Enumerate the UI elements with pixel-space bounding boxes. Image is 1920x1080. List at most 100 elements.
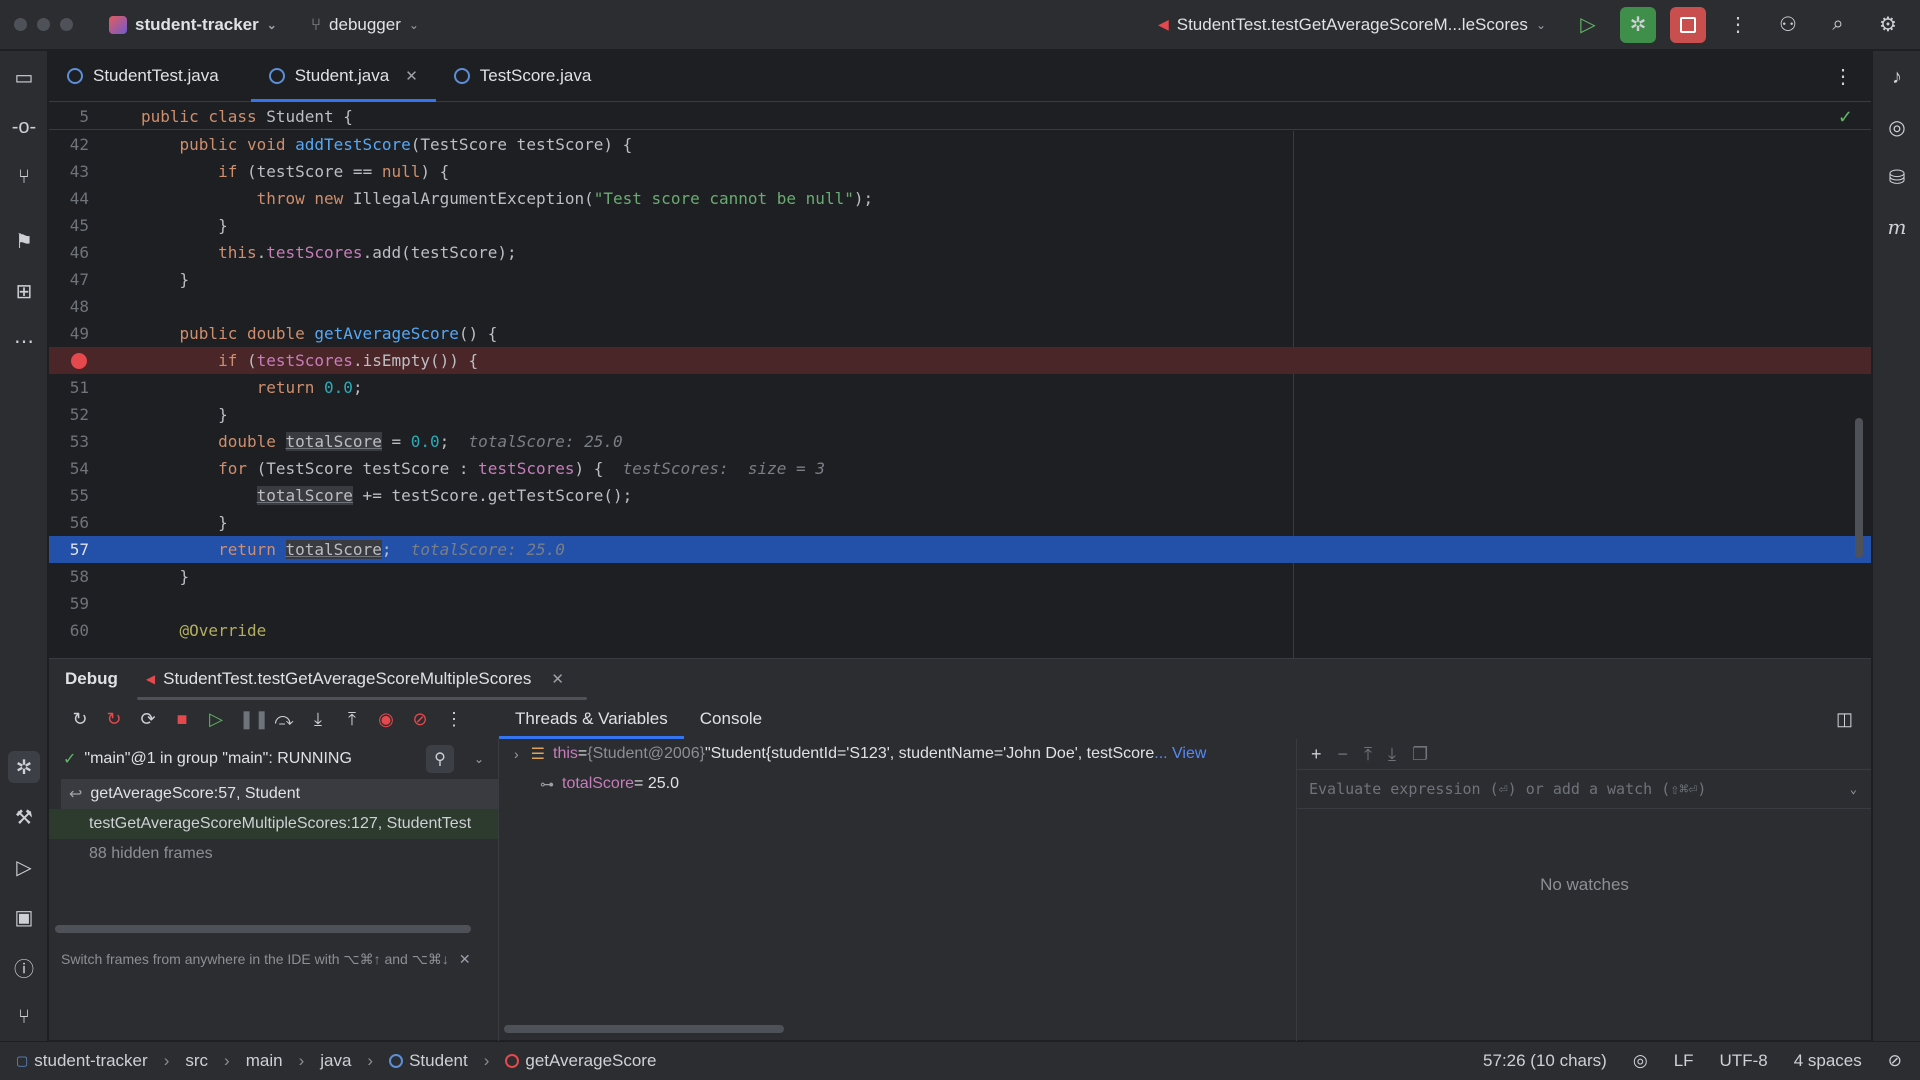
code-line[interactable]: 60 @Override [49,617,1871,644]
hidden-frames-toggle[interactable]: 88 hidden frames [49,839,498,869]
more-horizontal-icon[interactable]: ⋯ [8,325,40,357]
variable-row-this[interactable]: › ☰ this = {Student@2006} "Student{stude… [500,739,1295,769]
build-icon[interactable]: ⚒ [8,801,40,833]
caret-position[interactable]: 57:26 (10 chars) [1483,1051,1607,1071]
breadcrumb-item[interactable]: main [246,1051,283,1071]
pause-icon[interactable]: ❚❚ [239,709,269,730]
ai-status-icon[interactable]: ◎ [1633,1051,1648,1071]
execution-point-line[interactable]: 57 return totalScore; totalScore: 25.0 [49,536,1871,563]
code-line[interactable]: 42 public void addTestScore(TestScore te… [49,131,1871,158]
file-encoding[interactable]: UTF-8 [1720,1051,1768,1071]
breadcrumb-item[interactable]: student-tracker [34,1051,147,1071]
code-editor[interactable]: ✓ 5 public class Student { 42 public void… [49,103,1871,658]
code-line[interactable]: 44 throw new IllegalArgumentException("T… [49,185,1871,212]
bookmark-icon[interactable]: ⚑ [8,225,40,257]
restart-icon[interactable]: ⟳ [137,709,159,730]
frames-horizontal-scrollbar[interactable] [55,925,471,933]
tab-testscore-java[interactable]: TestScore.java [436,51,610,101]
close-icon[interactable]: ✕ [459,951,471,968]
stack-frame[interactable]: ↩ getAverageScore:57, Student [61,779,498,809]
stop-icon[interactable]: ■ [171,709,193,730]
services-icon[interactable]: ▷ [8,851,40,883]
minimize-window-button[interactable] [37,18,50,31]
sticky-line[interactable]: 5 public class Student { [49,103,1871,130]
more-vertical-icon[interactable]: ⋮ [1720,7,1756,43]
code-line[interactable]: 46 this.testScores.add(testScore); [49,239,1871,266]
resume-icon[interactable]: ▷ [1570,7,1606,43]
variable-row-totalscore[interactable]: ⊶ totalScore = 25.0 [500,769,1295,799]
code-line[interactable]: 58 } [49,563,1871,590]
tab-studenttest-java[interactable]: StudentTest.java [49,51,237,101]
stop-icon[interactable] [1670,6,1706,43]
chevron-down-icon[interactable]: ⌄ [474,752,484,766]
search-icon[interactable]: ⌕ [1820,7,1856,43]
code-line[interactable]: 51 return 0.0; [49,374,1871,401]
debug-session-tab[interactable]: ◀ StudentTest.testGetAverageScoreMultipl… [146,669,564,689]
step-out-icon[interactable]: ⤒ [341,709,363,730]
step-into-icon[interactable]: ⤓ [307,709,329,730]
maven-icon[interactable]: m [1881,211,1913,243]
project-selector[interactable]: student-tracker ⌄ [109,15,277,35]
debug-icon[interactable]: ✲ [1620,6,1656,43]
code-line[interactable]: 55 totalScore += testScore.getTestScore(… [49,482,1871,509]
rerun-failed-icon[interactable]: ↻ [103,709,125,730]
close-icon[interactable]: ✕ [405,67,418,85]
more-vertical-icon[interactable]: ⋮ [1833,64,1853,89]
view-link[interactable]: ... View [1154,745,1206,763]
folder-icon[interactable]: ▭ [8,61,40,93]
code-line[interactable]: 56 } [49,509,1871,536]
branch-selector[interactable]: ⑂ debugger ⌄ [311,15,419,35]
move-up-icon[interactable]: ⤒ [1364,744,1372,765]
variables-horizontal-scrollbar[interactable] [504,1025,784,1033]
code-line[interactable]: 43 if (testScore == null) { [49,158,1871,185]
add-user-icon[interactable]: ⚇ [1770,7,1806,43]
run-configuration-selector[interactable]: ◀ StudentTest.testGetAverageScoreM...leS… [1158,15,1546,35]
line-separator[interactable]: LF [1674,1051,1694,1071]
database-icon[interactable]: ⛁ [1881,161,1913,193]
mute-breakpoints-icon[interactable]: ⊘ [409,709,431,730]
stack-frame[interactable]: testGetAverageScoreMultipleScores:127, S… [49,809,498,839]
code-line[interactable]: 59 [49,590,1871,617]
code-line[interactable]: 52 } [49,401,1871,428]
breadcrumb-item[interactable]: Student [409,1051,468,1071]
code-line[interactable]: 49 public double getAverageScore() { [49,320,1871,347]
close-icon[interactable]: ✕ [551,670,564,688]
ai-assistant-icon[interactable]: ◎ [1881,111,1913,143]
lock-icon[interactable]: ⊘ [1888,1051,1902,1071]
gear-icon[interactable]: ⚙ [1870,7,1906,43]
terminal-icon[interactable]: ▣ [8,901,40,933]
code-line[interactable]: 45 } [49,212,1871,239]
breadcrumb-item[interactable]: getAverageScore [525,1051,656,1071]
duplicate-icon[interactable]: ❐ [1412,744,1428,765]
pull-request-icon[interactable]: ⑂ [8,161,40,193]
chevron-right-icon[interactable]: › [514,746,519,762]
structure-icon[interactable]: ⊞ [8,275,40,307]
move-down-icon[interactable]: ⤓ [1388,744,1396,765]
git-icon[interactable]: ⑂ [8,1001,40,1033]
add-watch-icon[interactable]: + [1311,744,1322,765]
breakpoint-line[interactable]: if (testScores.isEmpty()) { [49,347,1871,374]
close-window-button[interactable] [14,18,27,31]
breakpoint-icon[interactable] [71,353,87,369]
view-breakpoints-icon[interactable]: ◉ [375,709,397,730]
problems-icon[interactable]: ⓘ [8,951,40,983]
filter-icon[interactable]: ⚲ [425,745,454,773]
code-line[interactable]: 54 for (TestScore testScore : testScores… [49,455,1871,482]
tab-console[interactable]: Console [684,699,778,739]
step-over-icon[interactable]: ⤼ [273,709,295,730]
indent-setting[interactable]: 4 spaces [1794,1051,1862,1071]
tab-threads-variables[interactable]: Threads & Variables [499,699,684,739]
evaluate-expression-input[interactable]: Evaluate expression (⏎) or add a watch (… [1297,769,1871,809]
thread-selector[interactable]: ✓ "main"@1 in group "main": RUNNING ⚲ ⌄ [49,739,498,779]
remove-watch-icon[interactable]: − [1338,744,1349,765]
layout-settings-icon[interactable]: ◫ [1836,709,1853,730]
zoom-window-button[interactable] [60,18,73,31]
breadcrumb-item[interactable]: java [320,1051,351,1071]
editor-scrollbar[interactable] [1855,418,1863,558]
window-controls[interactable] [14,18,73,31]
breadcrumb-item[interactable]: src [185,1051,208,1071]
chevron-down-icon[interactable]: ⌄ [1850,782,1857,796]
more-vertical-icon[interactable]: ⋮ [443,709,465,730]
resume-icon[interactable]: ▷ [205,709,227,730]
tab-student-java[interactable]: Student.java ✕ [250,51,436,102]
